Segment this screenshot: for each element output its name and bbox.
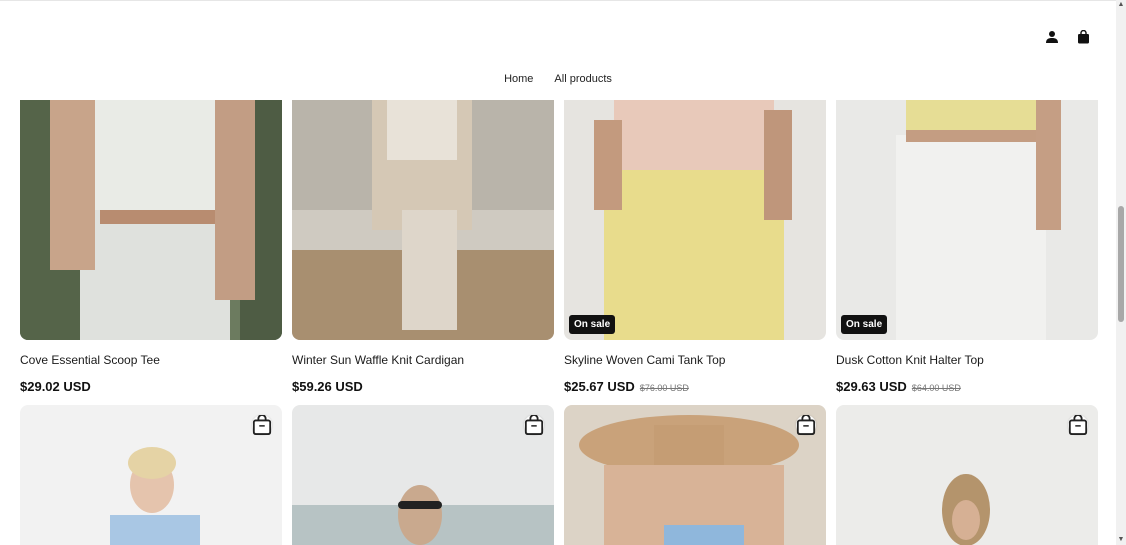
- scroll-down-arrow-icon[interactable]: ▼: [1117, 536, 1125, 544]
- product-image[interactable]: [292, 100, 554, 340]
- main-nav: Home All products: [0, 73, 1116, 85]
- quick-add-bag-icon[interactable]: [524, 415, 544, 435]
- product-image[interactable]: [20, 405, 282, 545]
- product-price: $29.02 USD: [20, 379, 91, 394]
- price-row: $59.26 USD: [292, 379, 363, 394]
- product-image[interactable]: [292, 405, 554, 545]
- price-row: $29.63 USD $64.00 USD: [836, 379, 961, 394]
- scroll-up-arrow-icon[interactable]: ▲: [1117, 1, 1125, 9]
- nav-all-products[interactable]: All products: [554, 73, 611, 85]
- compare-at-price: $64.00 USD: [911, 383, 961, 393]
- product-title[interactable]: Cove Essential Scoop Tee: [20, 353, 160, 367]
- product-price: $29.63 USD: [836, 379, 907, 394]
- product-price: $59.26 USD: [292, 379, 363, 394]
- nav-home[interactable]: Home: [504, 73, 533, 85]
- account-icon[interactable]: [1042, 27, 1062, 47]
- quick-add-bag-icon[interactable]: [1068, 415, 1088, 435]
- sale-badge: On sale: [841, 315, 888, 334]
- site-header: Home All products: [0, 0, 1116, 100]
- scrollbar-thumb[interactable]: [1118, 206, 1124, 322]
- product-image[interactable]: [836, 405, 1098, 545]
- product-price: $25.67 USD: [564, 379, 635, 394]
- product-title[interactable]: Skyline Woven Cami Tank Top: [564, 353, 725, 367]
- product-title[interactable]: Dusk Cotton Knit Halter Top: [836, 353, 984, 367]
- price-row: $29.02 USD: [20, 379, 91, 394]
- sale-badge: On sale: [569, 315, 616, 334]
- price-row: $25.67 USD $76.00 USD: [564, 379, 689, 394]
- quick-add-bag-icon[interactable]: [796, 415, 816, 435]
- product-image[interactable]: [20, 100, 282, 340]
- shopping-bag-icon[interactable]: [1073, 27, 1093, 47]
- compare-at-price: $76.00 USD: [639, 383, 689, 393]
- product-image[interactable]: On sale: [564, 100, 826, 340]
- product-title[interactable]: Winter Sun Waffle Knit Cardigan: [292, 353, 464, 367]
- product-image[interactable]: On sale: [836, 100, 1098, 340]
- quick-add-bag-icon[interactable]: [252, 415, 272, 435]
- page-scrollbar[interactable]: ▲ ▼: [1116, 0, 1126, 545]
- product-image[interactable]: [564, 405, 826, 545]
